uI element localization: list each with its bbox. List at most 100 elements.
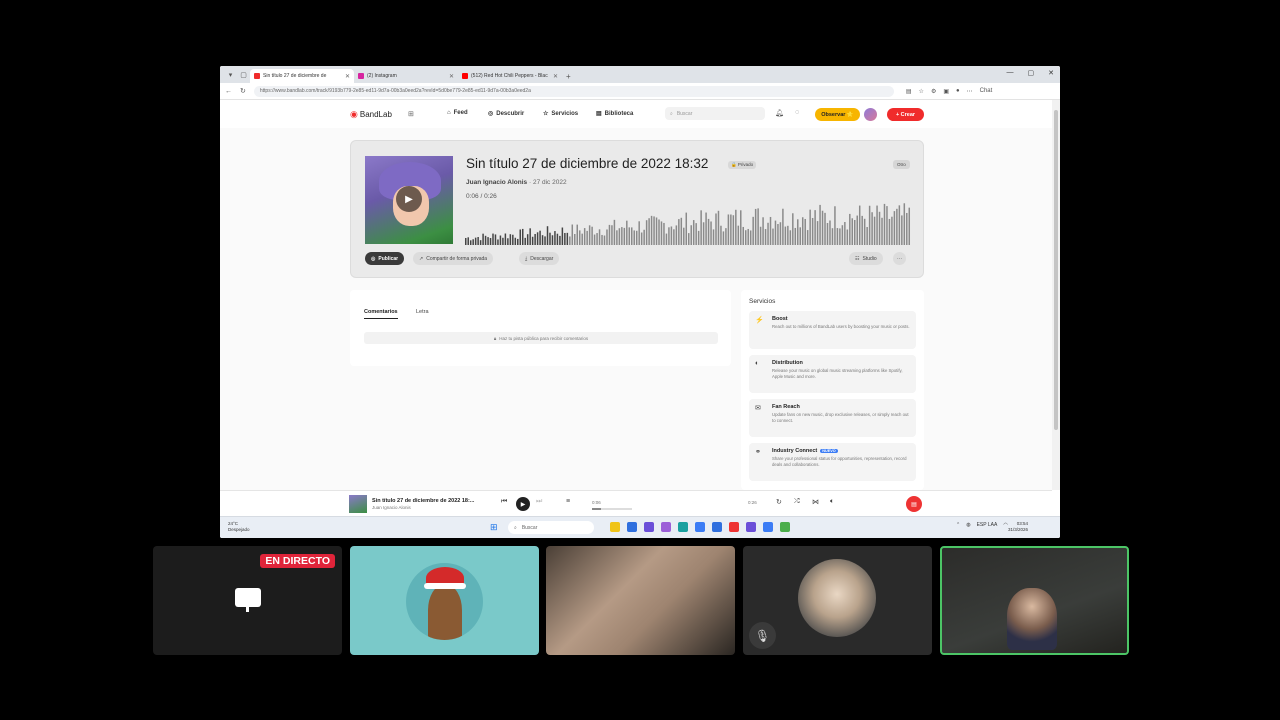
tab-comentarios[interactable]: Comentarios bbox=[364, 309, 398, 319]
search-input[interactable]: ⌕ Buscar bbox=[665, 107, 765, 120]
waveform-bar bbox=[566, 232, 569, 245]
waveform-bar bbox=[596, 233, 598, 245]
waveform-bar bbox=[613, 219, 616, 245]
waveform-bar bbox=[504, 233, 507, 245]
tab-instagram[interactable]: (2) Instagram ✕ bbox=[354, 69, 458, 83]
shuffle-icon[interactable]: ⤮ bbox=[794, 498, 800, 506]
new-tab-button[interactable]: + bbox=[566, 72, 571, 81]
waveform-bar bbox=[675, 225, 678, 245]
tab-letra[interactable]: Letra bbox=[416, 309, 429, 315]
copilot-chat-label[interactable]: Chat bbox=[980, 88, 993, 95]
taskbar-app-icon[interactable] bbox=[695, 522, 705, 532]
taskbar-app-icon[interactable] bbox=[746, 522, 756, 532]
call-tile-camera-2[interactable] bbox=[940, 546, 1129, 655]
nav-servicios[interactable]: ☆ Servicios bbox=[543, 110, 578, 118]
observar-button[interactable]: Observar ⭐ bbox=[815, 108, 860, 121]
url-field[interactable]: https://www.bandlab.com/track/9193b779-2… bbox=[253, 85, 894, 97]
waveform-bar bbox=[482, 233, 484, 245]
globe-icon: ◎ bbox=[371, 255, 376, 262]
bandlab-logo[interactable]: ◉ BandLab bbox=[350, 109, 392, 120]
queue-icon[interactable]: ≡ bbox=[566, 498, 570, 505]
profile-icon[interactable]: ● bbox=[956, 88, 960, 95]
crear-button[interactable]: + Crear bbox=[887, 108, 924, 121]
service-industry-connect[interactable]: ⚭ Industry Connect NUEVO Share your profe… bbox=[749, 443, 916, 481]
weather-widget[interactable]: 24°C Despejado bbox=[228, 521, 250, 533]
close-tab-icon[interactable]: ✕ bbox=[345, 73, 350, 80]
nav-descubrir[interactable]: ◎ Descubrir bbox=[488, 110, 524, 118]
call-tile-avatar[interactable] bbox=[350, 546, 539, 655]
service-boost[interactable]: ⚡ Boost Reach out to millions of BandLab… bbox=[749, 311, 916, 349]
next-icon[interactable]: ⏭ bbox=[536, 498, 542, 506]
close-tab-icon[interactable]: ✕ bbox=[553, 73, 558, 80]
favorite-star-icon[interactable]: ☆ bbox=[919, 88, 924, 95]
read-mode-icon[interactable]: ▤ bbox=[906, 88, 912, 95]
record-button[interactable]: ▤ bbox=[906, 496, 922, 512]
service-distribution[interactable]: ◐ Distribution Release your music on glo… bbox=[749, 355, 916, 393]
windows-start-icon[interactable]: ⊞ bbox=[490, 522, 498, 533]
reload-icon[interactable]: ↻ bbox=[240, 87, 246, 95]
nav-biblioteca[interactable]: ▤ Biblioteca bbox=[596, 110, 633, 118]
waveform[interactable] bbox=[465, 203, 911, 245]
maximize-button[interactable]: ▢ bbox=[1028, 69, 1035, 77]
user-avatar[interactable] bbox=[864, 108, 877, 121]
taskbar-app-icon[interactable] bbox=[610, 522, 620, 532]
waveform-bar bbox=[467, 237, 469, 245]
taskbar-app-icon[interactable] bbox=[661, 522, 671, 532]
player-cover[interactable] bbox=[349, 495, 367, 513]
back-icon[interactable]: ← bbox=[225, 88, 232, 95]
more-icon[interactable]: ⋯ bbox=[967, 88, 973, 95]
player-progress[interactable] bbox=[592, 508, 632, 510]
repeat-icon[interactable]: ↻ bbox=[776, 498, 782, 506]
weather-desc: Despejado bbox=[228, 527, 250, 532]
share-private-button[interactable]: ↗ Compartir de forma privada bbox=[413, 252, 494, 265]
call-tile-screen-share[interactable]: EN DIRECTO bbox=[153, 546, 342, 655]
notifications-bell-icon[interactable]: 🔔︎ bbox=[775, 109, 784, 117]
tab-menu-icon[interactable]: ▾ bbox=[225, 69, 236, 80]
desktop-screen: ▾ ▢ Sin título 27 de diciembre de ✕ (2) … bbox=[220, 66, 1060, 538]
close-tab-icon[interactable]: ✕ bbox=[449, 73, 454, 80]
volume-icon[interactable]: 🔈︎ bbox=[830, 498, 834, 506]
taskbar-app-icon[interactable] bbox=[644, 522, 654, 532]
waveform-bar bbox=[502, 237, 504, 245]
player-title[interactable]: Sin título 27 de diciembre de 2022 18:..… bbox=[372, 498, 474, 504]
taskbar-app-icon[interactable] bbox=[678, 522, 688, 532]
waveform-bar bbox=[559, 235, 561, 245]
collapse-icon[interactable]: ⋈ bbox=[812, 498, 819, 506]
language-indicator[interactable]: ESP LAA bbox=[977, 522, 998, 528]
player-artist[interactable]: Juan Ignacio Alonis bbox=[372, 505, 411, 510]
more-options-button[interactable]: ··· bbox=[893, 252, 906, 265]
publish-button[interactable]: ◎ Publicar bbox=[365, 252, 405, 265]
previous-icon[interactable]: ⏮ bbox=[501, 498, 507, 506]
taskbar-app-icon[interactable] bbox=[627, 522, 637, 532]
tray-app-icon[interactable]: ◍ bbox=[966, 522, 970, 528]
page-scrollbar[interactable] bbox=[1052, 100, 1060, 490]
waveform-bar bbox=[603, 235, 606, 245]
messages-icon[interactable]: ◌ bbox=[795, 109, 799, 116]
close-window-button[interactable]: ✕ bbox=[1048, 69, 1054, 77]
service-fan-reach[interactable]: ✉ Fan Reach Update fans on new music, dr… bbox=[749, 399, 916, 437]
taskbar-app-icon[interactable] bbox=[729, 522, 739, 532]
download-button[interactable]: ⤓ Descargar bbox=[519, 252, 560, 265]
taskbar-clock[interactable]: 03:54 31/3/2026 bbox=[1008, 521, 1028, 533]
call-tile-profile[interactable]: 🎙︎ bbox=[743, 546, 932, 655]
player-play-button[interactable]: ▶ bbox=[516, 497, 530, 511]
nav-feed[interactable]: ⌂ Feed bbox=[447, 110, 468, 116]
tab-list-icon[interactable]: ▢ bbox=[238, 69, 249, 80]
track-card: ▶ Sin título 27 de diciembre de 2022 18:… bbox=[350, 140, 924, 278]
taskbar-app-icon[interactable] bbox=[712, 522, 722, 532]
artist-link[interactable]: Juan Ignacio Alonis bbox=[466, 179, 527, 186]
minimize-button[interactable]: — bbox=[1007, 69, 1014, 77]
taskbar-search[interactable]: ⌕ Buscar bbox=[508, 521, 594, 534]
extension-icon[interactable]: ⚙ bbox=[931, 88, 936, 95]
cover-play-button[interactable]: ▶ bbox=[396, 186, 422, 212]
taskbar-app-icon[interactable] bbox=[780, 522, 790, 532]
tab-bandlab[interactable]: Sin título 27 de diciembre de ✕ bbox=[250, 69, 354, 83]
collections-icon[interactable]: ▣ bbox=[943, 88, 949, 95]
tray-chevron-icon[interactable]: ⌃ bbox=[956, 522, 960, 528]
call-tile-camera-1[interactable] bbox=[546, 546, 735, 655]
taskbar-app-icon[interactable] bbox=[763, 522, 773, 532]
tab-youtube[interactable]: (512) Red Hot Chili Peppers - Blac ✕ bbox=[458, 69, 562, 83]
studio-button[interactable]: ☷ Studio bbox=[849, 252, 883, 265]
scroll-thumb[interactable] bbox=[1054, 110, 1058, 430]
apps-grid-icon[interactable]: ⊞ bbox=[408, 110, 414, 118]
